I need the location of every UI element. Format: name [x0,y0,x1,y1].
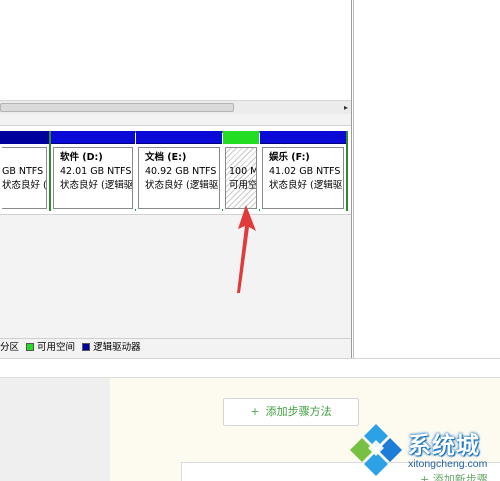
disk-layout-row: GB NTFS 状态良好 (系统, 软件 (D:) 42.01 GB NTFS … [0,125,351,215]
volume-list-area [0,0,351,100]
partition-size: 40.92 GB NTFS [145,166,217,177]
legend-logical-swatch [82,343,91,351]
partition-size: 42.01 GB NTFS [60,166,132,177]
partition-bar-primary [0,131,49,144]
section-divider [0,358,500,378]
partition-body: 文档 (E:) 40.92 GB NTFS 状态良好 (逻辑驱 [138,147,220,209]
partition-name: 文档 (E:) [145,152,187,163]
horizontal-scrollbar[interactable]: ▸ [0,100,351,114]
partition-body: GB NTFS 状态良好 (系统, [2,147,47,209]
partition-bar-logical [260,131,346,144]
partition-status: 状态良好 (逻辑驱 [145,180,219,191]
partition-status: 状态良好 (系统, [2,180,47,191]
partition-size: 100 M [229,166,257,177]
scroll-right-arrow-icon[interactable]: ▸ [344,101,348,114]
partition-name: 娱乐 (F:) [269,152,310,163]
partition-status: 状态良好 (逻辑驱 [269,180,343,191]
legend-primary-label: 分区 [0,342,20,353]
partition-d[interactable]: 软件 (D:) 42.01 GB NTFS 状态良好 (逻辑驱 [51,131,135,211]
partition-status: 状态良好 (逻辑驱 [60,180,133,191]
lower-left-panel [0,378,110,481]
add-step-label: 添加步骤方法 [265,405,332,418]
partition-e[interactable]: 文档 (E:) 40.92 GB NTFS 状态良好 (逻辑驱 [136,131,222,211]
partition-bar-logical [51,131,135,144]
watermark-subtitle: xitongcheng.com [408,458,488,470]
partition-size: GB NTFS [2,166,44,177]
legend-bar: 分区 可用空间 逻辑驱动器 [0,338,351,356]
disk-management-window: ▸ GB NTFS 状态良好 (系统, 软件 (D:) 42.01 GB NTF… [0,0,352,358]
partition-bar-free [223,131,259,144]
partition-free-space[interactable]: 100 M 可用空 [223,131,259,211]
partition-name: 软件 (D:) [60,152,103,163]
partition-body: 软件 (D:) 42.01 GB NTFS 状态良好 (逻辑驱 [53,147,133,209]
partition-body: 100 M 可用空 [225,147,257,209]
partition-system[interactable]: GB NTFS 状态良好 (系统, [0,131,49,211]
legend-logical-label: 逻辑驱动器 [93,342,141,353]
scrollbar-thumb[interactable] [0,103,234,112]
right-blank-pane [353,0,500,358]
partition-f[interactable]: 娱乐 (F:) 41.02 GB NTFS 状态良好 (逻辑驱 [260,131,346,211]
partition-size: 41.02 GB NTFS [269,166,341,177]
watermark-title: 系统城 [408,433,480,459]
add-step-button[interactable]: + 添加步骤方法 [223,398,359,426]
plus-icon: + [250,405,260,418]
partition-body: 娱乐 (F:) 41.02 GB NTFS 状态良好 (逻辑驱 [262,147,344,209]
legend-free-label: 可用空间 [37,342,76,353]
partition-status: 可用空 [229,180,257,191]
legend-free-swatch [26,343,35,351]
partition-bar-logical [136,131,222,144]
red-arrow-annotation-icon [237,205,256,293]
